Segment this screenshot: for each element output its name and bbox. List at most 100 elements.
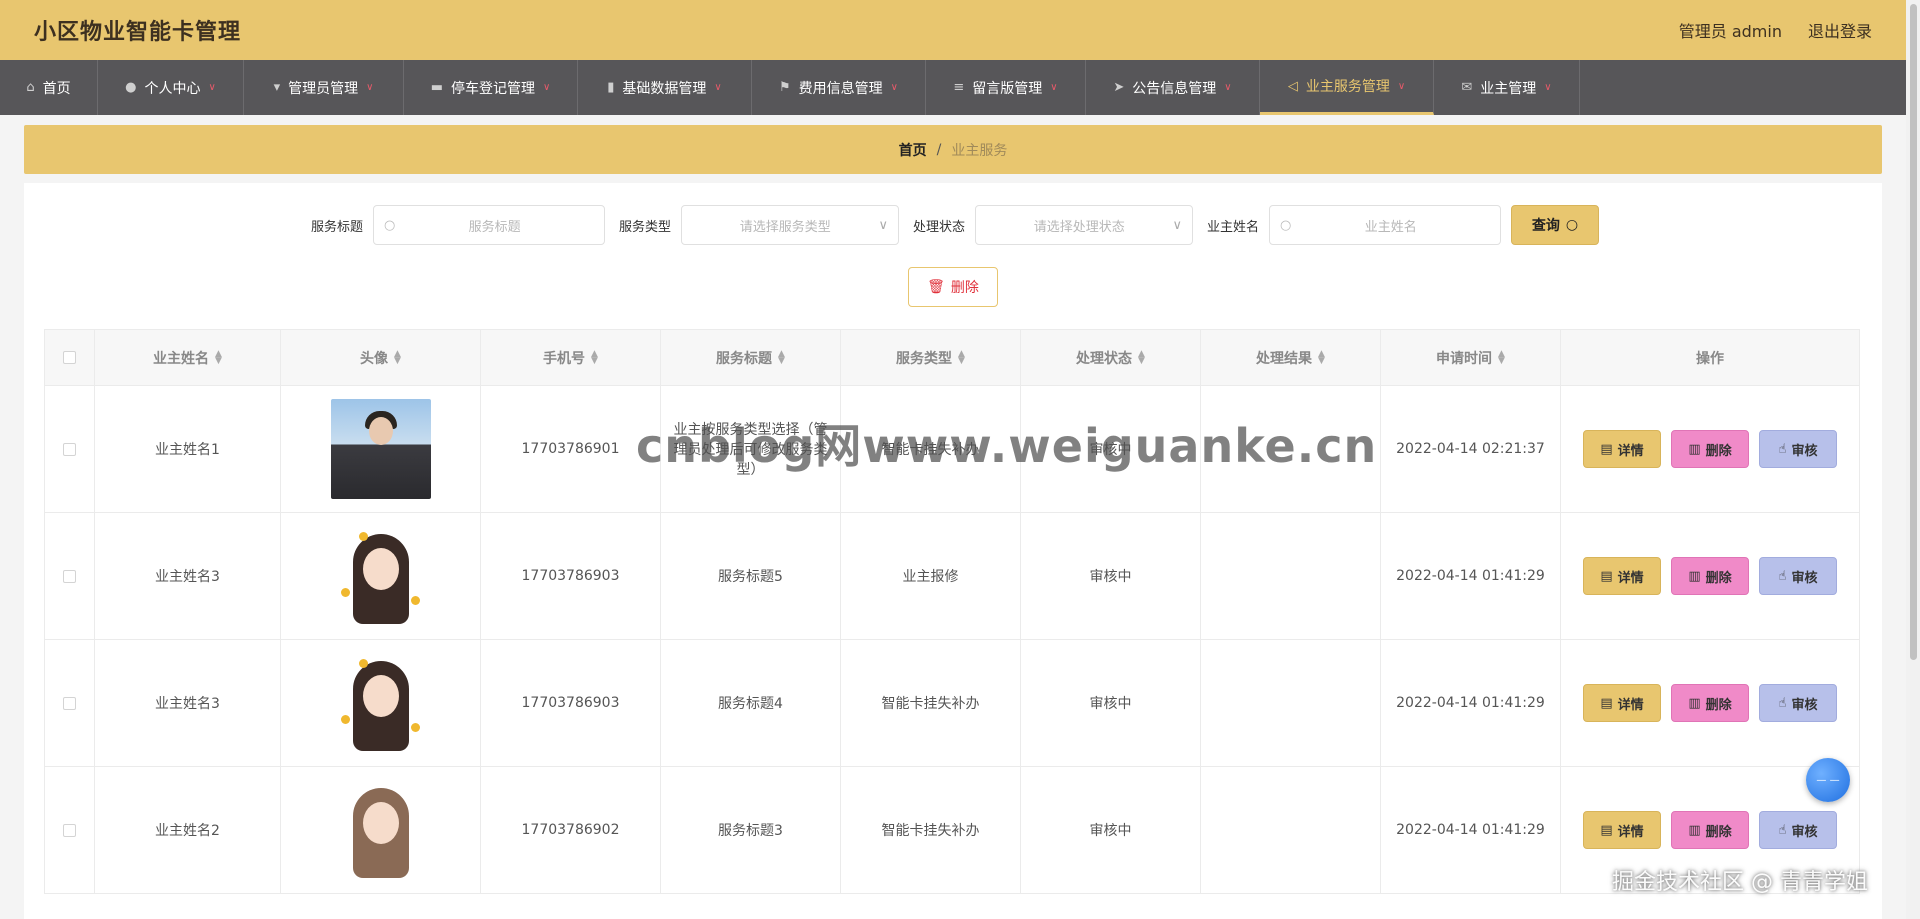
header-phone[interactable]: 手机号 ▲ ▼ [481, 330, 661, 385]
status-select[interactable]: 请选择处理状态 ∨ [975, 205, 1194, 245]
owner-name-label: 业主姓名 [1207, 219, 1260, 235]
header-avatar[interactable]: 头像 ▲ ▼ [281, 330, 481, 385]
document-icon: ▤ [1600, 441, 1613, 457]
avatar[interactable] [330, 399, 431, 499]
detail-button[interactable]: ▤ 详情 [1583, 811, 1661, 849]
avatar[interactable] [330, 526, 431, 626]
row-checkbox[interactable] [63, 696, 76, 710]
cell-status: 审核中 [1021, 513, 1201, 639]
nav-item-parking-manage[interactable]: ▬ 停车登记管理 ∨ [404, 60, 578, 115]
chevron-down-icon: ∨ [1544, 82, 1552, 93]
cell-avatar [281, 640, 481, 766]
row-checkbox[interactable] [63, 569, 76, 583]
status-label: 处理状态 [913, 219, 966, 235]
header-time[interactable]: 申请时间 ▲ ▼ [1381, 330, 1561, 385]
delete-button[interactable]: ▥ 删除 [1671, 557, 1749, 595]
detail-label: 详情 [1617, 824, 1644, 840]
admin-label[interactable]: 管理员 admin [1679, 18, 1782, 42]
audit-label: 审核 [1791, 824, 1818, 840]
scroll-thumb[interactable] [1910, 4, 1917, 660]
audit-button[interactable]: ☝ 审核 [1759, 811, 1837, 849]
cell-time: 2022-04-14 01:41:29 [1381, 640, 1561, 766]
header-name[interactable]: 业主姓名 ▲ ▼ [95, 330, 281, 385]
cell-name: 业主姓名3 [95, 640, 281, 766]
delete-button[interactable]: ▥ 删除 [1671, 684, 1749, 722]
floating-assistant-button[interactable]: — — [1806, 758, 1850, 802]
nav-label: 基础数据管理 [622, 80, 707, 97]
nav-item-notice-manage[interactable]: ➤ 公告信息管理 ∨ [1086, 60, 1260, 115]
bulk-delete-button[interactable]: 🗑 删除 [908, 267, 998, 307]
user-icon: ● [125, 80, 137, 95]
breadcrumb-separator: / [936, 141, 942, 158]
header-title[interactable]: 服务标题 ▲ ▼ [661, 330, 841, 385]
detail-button[interactable]: ▤ 详情 [1583, 430, 1661, 468]
cell-title: 服务标题4 [661, 640, 841, 766]
header-type[interactable]: 服务类型 ▲ ▼ [841, 330, 1021, 385]
sort-icon: ▲ ▼ [215, 348, 222, 366]
cell-avatar [281, 513, 481, 639]
service-title-input[interactable]: ○ 服务标题 [372, 205, 605, 245]
detail-button[interactable]: ▤ 详情 [1583, 684, 1661, 722]
avatar[interactable] [330, 653, 431, 753]
nav-item-owner-service-manage[interactable]: ◁ 业主服务管理 ∨ [1260, 60, 1434, 115]
cell-type: 智能卡挂失补办 [841, 767, 1021, 893]
delete-label: 删除 [1705, 570, 1732, 586]
avatar[interactable] [330, 780, 431, 880]
delete-label: 删除 [1705, 697, 1732, 713]
detail-label: 详情 [1617, 443, 1644, 459]
delete-button[interactable]: ▥ 删除 [1671, 430, 1749, 468]
nav-item-admin-manage[interactable]: ▾ 管理员管理 ∨ [244, 60, 404, 115]
sort-icon: ▲ ▼ [1138, 348, 1145, 366]
cell-title: 业主按服务类型选择（管理员处理后可修改服务类型） [661, 386, 841, 512]
owner-name-input[interactable]: ○ 业主姓名 [1269, 205, 1502, 245]
nav-item-owner-manage[interactable]: ✉ 业主管理 ∨ [1434, 60, 1580, 115]
cell-type: 智能卡挂失补办 [841, 640, 1021, 766]
row-checkbox[interactable] [63, 442, 76, 456]
cell-result [1201, 386, 1381, 512]
query-button[interactable]: 查询 ○ [1511, 205, 1600, 245]
detail-button[interactable]: ▤ 详情 [1583, 557, 1661, 595]
trash-icon: ▥ [1688, 822, 1701, 838]
header-ops-label: 操作 [1696, 350, 1724, 367]
row-checkbox-cell [45, 640, 95, 766]
header-result[interactable]: 处理结果 ▲ ▼ [1201, 330, 1381, 385]
table-row: 业主姓名1 17703786901 业主按服务类型选择（管理员处理后可修改服务类… [45, 386, 1859, 513]
cell-type: 业主报修 [841, 513, 1021, 639]
nav-item-message-board-manage[interactable]: ≡ 留言版管理 ∨ [926, 60, 1086, 115]
nav-item-personal-center[interactable]: ● 个人中心 ∨ [98, 60, 244, 115]
chat-icon: ▬ [430, 80, 443, 95]
service-type-select[interactable]: 请选择服务类型 ∨ [681, 205, 899, 245]
cell-result [1201, 513, 1381, 639]
pin-icon: ▾ [273, 80, 281, 95]
row-checkbox[interactable] [63, 823, 76, 837]
search-bar: 服务标题 ○ 服务标题 服务类型 请选择服务类型 ∨ 处理状态 请选择处理状态 … [24, 205, 1882, 245]
audit-button[interactable]: ☝ 审核 [1759, 557, 1837, 595]
nav-label: 管理员管理 [288, 80, 359, 97]
header-status[interactable]: 处理状态 ▲ ▼ [1021, 330, 1201, 385]
breadcrumb-home[interactable]: 首页 [899, 140, 927, 160]
audit-button[interactable]: ☝ 审核 [1759, 684, 1837, 722]
nav-label: 首页 [42, 80, 71, 97]
chevron-down-icon: ∨ [208, 82, 216, 93]
nav-item-basic-data-manage[interactable]: ▮ 基础数据管理 ∨ [578, 60, 752, 115]
cell-status: 审核中 [1021, 767, 1201, 893]
nav-label: 公告信息管理 [1132, 80, 1217, 97]
sort-icon: ▲ ▼ [778, 348, 785, 366]
select-all-checkbox[interactable] [63, 351, 76, 364]
bulk-delete-label: 删除 [950, 280, 979, 296]
nav-item-fee-manage[interactable]: ⚑ 费用信息管理 ∨ [752, 60, 926, 115]
audit-label: 审核 [1791, 697, 1818, 713]
cell-phone: 17703786901 [481, 386, 661, 512]
flag-icon: ⚑ [779, 80, 791, 95]
cell-avatar [281, 767, 481, 893]
page-scrollbar[interactable] [1906, 0, 1920, 919]
nav-item-home[interactable]: ⌂ 首页 [0, 60, 98, 115]
home-icon: ⌂ [26, 80, 35, 95]
delete-label: 删除 [1705, 443, 1732, 459]
bulk-action-row: 🗑 删除 [24, 267, 1882, 307]
cell-title: 服务标题5 [661, 513, 841, 639]
logout-link[interactable]: 退出登录 [1808, 18, 1872, 42]
delete-button[interactable]: ▥ 删除 [1671, 811, 1749, 849]
audit-button[interactable]: ☝ 审核 [1759, 430, 1837, 468]
nav-label: 费用信息管理 [798, 80, 883, 97]
